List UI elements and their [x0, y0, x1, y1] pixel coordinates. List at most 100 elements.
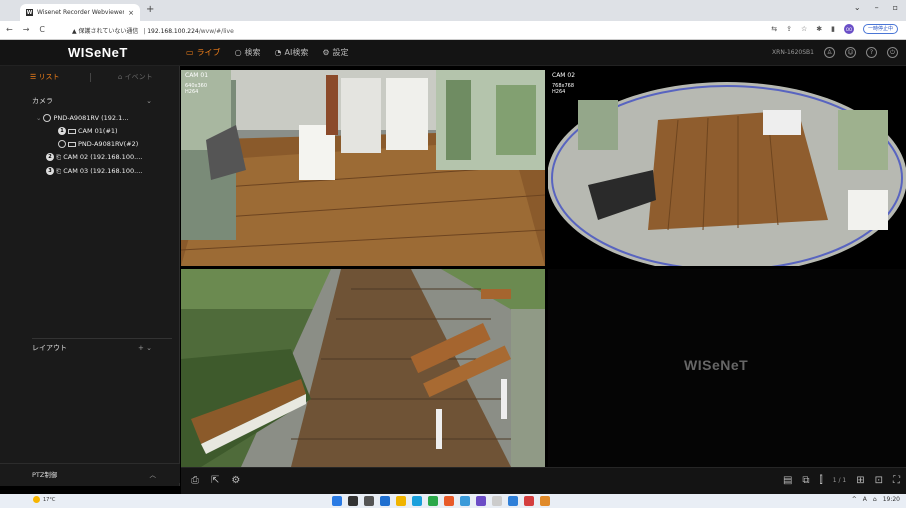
- task-view-icon[interactable]: [364, 496, 374, 506]
- share-icon[interactable]: ⇪: [786, 25, 792, 33]
- chevron-down-icon[interactable]: ⌄: [146, 97, 152, 105]
- layout-section-header[interactable]: レイアウト + ⌄: [0, 340, 180, 356]
- tree-item-channel2[interactable]: PND-A9081RV(#2): [58, 139, 138, 149]
- system-tray: ^ A ⌂ 19:20: [852, 496, 900, 503]
- browser-tab[interactable]: W Wisenet Recorder Webviewer ×: [20, 4, 140, 21]
- camera-section-header[interactable]: カメラ ⌄: [0, 93, 180, 109]
- audio-icon[interactable]: ⫿: [820, 475, 823, 486]
- nav-live[interactable]: ▭ ライブ: [186, 47, 221, 58]
- info-icon[interactable]: ▤: [783, 475, 792, 486]
- ai-search-icon: ◔: [274, 48, 282, 57]
- fit-icon[interactable]: ⊡: [875, 475, 883, 486]
- chevron-down-icon[interactable]: ⌄: [146, 344, 152, 352]
- nav-ai-search[interactable]: ◔ AI検索: [275, 47, 309, 58]
- chrome-icon[interactable]: [428, 496, 438, 506]
- sidebar-toggle-icon[interactable]: ▮: [831, 25, 835, 33]
- ptz-label: PTZ制御: [32, 470, 58, 479]
- app-icon[interactable]: [444, 496, 454, 506]
- tab-search-icon[interactable]: ⌄: [854, 3, 861, 12]
- profile-avatar[interactable]: OO: [843, 24, 854, 34]
- star-icon[interactable]: ☆: [801, 25, 807, 33]
- url-path: /wvw/#/live: [198, 28, 234, 35]
- lock-icon[interactable]: ♙: [824, 47, 835, 58]
- app-icon[interactable]: [524, 496, 534, 506]
- app-icon[interactable]: [412, 496, 422, 506]
- edge-icon[interactable]: [380, 496, 390, 506]
- url-field[interactable]: ▲ 保護されていない通信 | 192.168.100.224/wvw/#/liv…: [72, 26, 234, 35]
- user-icon[interactable]: ☺: [845, 47, 856, 58]
- window-controls: ⌄ – ▫: [854, 3, 898, 12]
- tree-item-cam03[interactable]: 3 ⎗ CAM 03 (192.168.100....: [46, 166, 142, 176]
- tray-lang[interactable]: A: [863, 496, 867, 503]
- video-tile-empty[interactable]: WISeNeT: [548, 269, 906, 467]
- nav-settings[interactable]: ⚙ 設定: [322, 47, 348, 58]
- maximize-icon[interactable]: ▫: [893, 3, 898, 12]
- camera-icon: ⎗: [56, 166, 62, 175]
- app-icon[interactable]: [460, 496, 470, 506]
- network-icon[interactable]: ⌂: [873, 496, 877, 503]
- monitor-icon: ▭: [186, 48, 194, 57]
- toolbar-right: ▤ ⧉ ⫿ 1 / 1 ⊞ ⊡ ⛶: [783, 475, 900, 486]
- video-tile-cam02[interactable]: CAM 02 768x768 H264: [548, 70, 906, 266]
- nav-search[interactable]: ○ 検索: [235, 47, 261, 58]
- search-icon[interactable]: [348, 496, 358, 506]
- toolbar-left: ⎙ ⇱ ⚙: [191, 475, 240, 486]
- help-icon[interactable]: ?: [866, 47, 877, 58]
- snapshot-icon[interactable]: ⎙: [191, 475, 199, 486]
- app-icon[interactable]: [540, 496, 550, 506]
- security-warning[interactable]: ▲ 保護されていない通信: [72, 28, 138, 35]
- tab-list[interactable]: ☰ リスト: [0, 72, 90, 82]
- forward-icon[interactable]: →: [23, 25, 30, 35]
- add-layout-icon[interactable]: +: [138, 344, 144, 352]
- url-host: 192.168.100.224: [147, 28, 199, 35]
- tab-close-icon[interactable]: ×: [128, 9, 134, 17]
- reload-icon[interactable]: C: [39, 25, 45, 35]
- record-icon[interactable]: ⧉: [802, 475, 809, 486]
- video-tile-cam01[interactable]: CAM 01 640x360 H264: [181, 70, 545, 266]
- new-tab-icon[interactable]: +: [146, 5, 154, 15]
- export-icon[interactable]: ⇱: [211, 475, 219, 486]
- tree-item-label: CAM 01(#1): [78, 127, 118, 135]
- wisenet-watermark: WISeNeT: [684, 357, 749, 373]
- ptz-section-header[interactable]: PTZ制御 ︿: [0, 463, 180, 483]
- temperature: 17°C: [43, 496, 56, 503]
- browser-tab-bar: W Wisenet Recorder Webviewer × + ⌄ – ▫: [0, 0, 906, 21]
- app-icon[interactable]: [476, 496, 486, 506]
- address-bar: ← → C ▲ 保護されていない通信 | 192.168.100.224/wvw…: [0, 21, 906, 40]
- tile-resolution: 640x360 H264: [185, 83, 208, 95]
- fullscreen-icon[interactable]: ⛶: [893, 475, 900, 486]
- expand-icon[interactable]: ⌄: [36, 114, 41, 122]
- cam01-feed: [181, 70, 545, 266]
- tree-item-cam02[interactable]: 2 ⎗ CAM 02 (192.168.100....: [46, 152, 142, 162]
- chevron-up-icon[interactable]: ︿: [150, 469, 157, 479]
- clock[interactable]: 19:20: [883, 496, 900, 503]
- back-icon[interactable]: ←: [6, 25, 13, 35]
- folder-icon[interactable]: [396, 496, 406, 506]
- tile-resolution: 768x768 H264: [552, 83, 575, 95]
- settings-icon[interactable]: ⚙: [231, 475, 240, 486]
- weather-widget[interactable]: 17°C: [33, 496, 55, 503]
- weather-sun-icon: [33, 496, 40, 503]
- tray-chevron-icon[interactable]: ^: [852, 496, 857, 503]
- windows-start-icon[interactable]: [332, 496, 342, 506]
- search-icon: ○: [234, 48, 242, 57]
- video-tile-cam03[interactable]: [181, 269, 545, 467]
- tab-event[interactable]: ⌂ イベント: [91, 72, 181, 82]
- update-button[interactable]: 一時停止中: [862, 24, 898, 34]
- sidebar-tabs: ☰ リスト ⌂ イベント: [0, 66, 180, 88]
- page-indicator[interactable]: 1 / 1: [833, 477, 846, 484]
- puzzle-icon[interactable]: ✱: [816, 25, 822, 33]
- channel-badge: 3: [46, 167, 54, 175]
- logout-icon[interactable]: ⏻: [887, 47, 898, 58]
- app-icon[interactable]: [492, 496, 502, 506]
- tree-item-nvr[interactable]: ⌄ PND-A9081RV (192.1...: [36, 113, 128, 123]
- tile-label: CAM 02: [552, 72, 576, 79]
- browser-extensions: ⇆ ⇪ ☆ ✱ ▮ OO 一時停止中: [771, 24, 898, 34]
- tree-item-cam01[interactable]: 1 CAM 01(#1): [58, 126, 118, 136]
- layout-section-label: レイアウト: [32, 344, 67, 352]
- grid-layout-icon[interactable]: ⊞: [856, 475, 864, 486]
- minimize-icon[interactable]: –: [875, 3, 879, 12]
- app-icon[interactable]: [508, 496, 518, 506]
- translate-icon[interactable]: ⇆: [771, 25, 777, 33]
- wisenet-logo: WISeNeT: [68, 45, 128, 60]
